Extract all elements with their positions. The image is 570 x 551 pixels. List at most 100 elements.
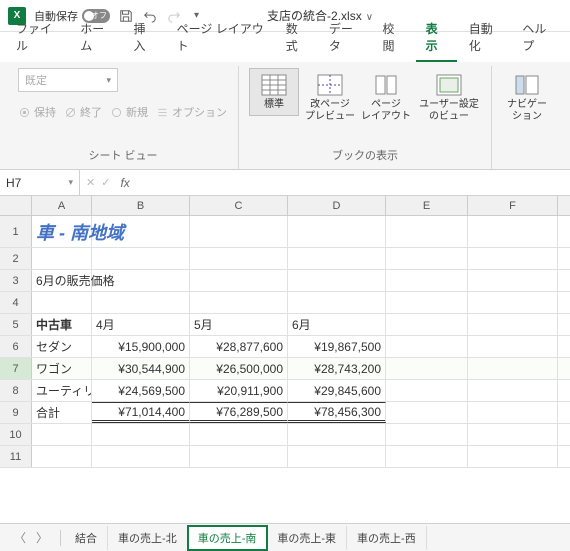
row-header[interactable]: 3	[0, 270, 32, 291]
cell[interactable]	[190, 446, 288, 467]
cell[interactable]	[468, 270, 558, 291]
cell-a7[interactable]: ワゴン	[32, 358, 92, 379]
cell[interactable]	[92, 446, 190, 467]
toggle-switch-icon[interactable]: オフ	[82, 9, 110, 23]
normal-view-button[interactable]: 標準	[249, 68, 299, 116]
cell[interactable]	[190, 216, 288, 247]
sheetview-dropdown[interactable]: 既定 ▾	[18, 68, 118, 92]
cell[interactable]	[468, 314, 558, 335]
cell-c9[interactable]: ¥76,289,500	[190, 402, 288, 423]
cell-d9[interactable]: ¥78,456,300	[288, 402, 386, 423]
col-header-a[interactable]: A	[32, 196, 92, 215]
cell[interactable]	[32, 446, 92, 467]
cell[interactable]	[190, 292, 288, 313]
cell-c8[interactable]: ¥20,911,900	[190, 380, 288, 401]
cell-a8[interactable]: ユーティリ	[32, 380, 92, 401]
col-header-d[interactable]: D	[288, 196, 386, 215]
page-layout-button[interactable]: ページ レイアウト	[361, 68, 411, 128]
cell[interactable]	[468, 402, 558, 423]
cell-a6[interactable]: セダン	[32, 336, 92, 357]
spreadsheet-grid[interactable]: A B C D E F 1 車 - 南地域 2 3 6月の販売価格 4 5	[0, 196, 570, 468]
cell-c7[interactable]: ¥26,500,000	[190, 358, 288, 379]
sheet-tab-east[interactable]: 車の売上-東	[267, 526, 347, 550]
cell[interactable]	[468, 336, 558, 357]
cell[interactable]	[386, 424, 468, 445]
row-header[interactable]: 10	[0, 424, 32, 445]
row-header[interactable]: 7	[0, 358, 32, 379]
cell[interactable]	[468, 424, 558, 445]
col-header-f[interactable]: F	[468, 196, 558, 215]
cell-d5[interactable]: 6月	[288, 314, 386, 335]
cell-a3[interactable]: 6月の販売価格	[32, 270, 92, 291]
cell[interactable]	[92, 216, 190, 247]
name-box[interactable]: H7 ▾	[0, 170, 80, 195]
cell[interactable]	[190, 270, 288, 291]
cell-b6[interactable]: ¥15,900,000	[92, 336, 190, 357]
row-header[interactable]: 5	[0, 314, 32, 335]
cell[interactable]	[386, 380, 468, 401]
cell[interactable]	[288, 270, 386, 291]
cell[interactable]	[468, 216, 558, 247]
row-header[interactable]: 6	[0, 336, 32, 357]
cell[interactable]	[92, 270, 190, 291]
row-header[interactable]: 2	[0, 248, 32, 269]
navigation-button[interactable]: ナビゲー ション	[502, 68, 552, 128]
tab-automate[interactable]: 自動化	[459, 14, 511, 62]
cell[interactable]	[386, 446, 468, 467]
sheet-tab-north[interactable]: 車の売上-北	[108, 526, 188, 550]
tab-file[interactable]: ファイル	[6, 14, 68, 62]
cell[interactable]	[32, 424, 92, 445]
cell-b9[interactable]: ¥71,014,400	[92, 402, 190, 423]
cell[interactable]	[92, 424, 190, 445]
cell[interactable]	[92, 292, 190, 313]
cell[interactable]	[386, 402, 468, 423]
custom-views-button[interactable]: ユーザー設定 のビュー	[417, 68, 481, 128]
select-all-corner[interactable]	[0, 196, 32, 215]
cell-a9[interactable]: 合計	[32, 402, 92, 423]
cell[interactable]	[468, 446, 558, 467]
tab-insert[interactable]: 挿入	[124, 14, 165, 62]
cell[interactable]	[386, 292, 468, 313]
cell[interactable]	[92, 248, 190, 269]
cell[interactable]	[468, 380, 558, 401]
cell-d8[interactable]: ¥29,845,600	[288, 380, 386, 401]
sheet-nav-prev-icon[interactable]: 〈	[14, 529, 26, 546]
tab-data[interactable]: データ	[319, 14, 371, 62]
tab-review[interactable]: 校閲	[373, 14, 414, 62]
cell[interactable]	[190, 248, 288, 269]
cell-a5[interactable]: 中古車	[32, 314, 92, 335]
row-header[interactable]: 8	[0, 380, 32, 401]
cell[interactable]	[288, 248, 386, 269]
cell-b8[interactable]: ¥24,569,500	[92, 380, 190, 401]
cell[interactable]	[32, 248, 92, 269]
cell[interactable]	[468, 358, 558, 379]
cell[interactable]	[386, 336, 468, 357]
cell[interactable]	[468, 248, 558, 269]
cell[interactable]	[288, 424, 386, 445]
tab-view[interactable]: 表示	[416, 14, 457, 62]
cell[interactable]	[288, 292, 386, 313]
col-header-e[interactable]: E	[386, 196, 468, 215]
cell[interactable]	[468, 292, 558, 313]
cell-b7[interactable]: ¥30,544,900	[92, 358, 190, 379]
cell-d7[interactable]: ¥28,743,200	[288, 358, 386, 379]
tab-formulas[interactable]: 数式	[276, 14, 317, 62]
cell-c6[interactable]: ¥28,877,600	[190, 336, 288, 357]
row-header[interactable]: 9	[0, 402, 32, 423]
cell[interactable]	[386, 248, 468, 269]
sheet-tab-south[interactable]: 車の売上-南	[188, 526, 268, 550]
tab-help[interactable]: ヘルプ	[512, 14, 564, 62]
cell[interactable]	[386, 216, 468, 247]
cell-b5[interactable]: 4月	[92, 314, 190, 335]
sheet-tab-merge[interactable]: 結合	[65, 526, 108, 550]
cell[interactable]	[190, 424, 288, 445]
sheet-tab-west[interactable]: 車の売上-西	[347, 526, 427, 550]
cell-d6[interactable]: ¥19,867,500	[288, 336, 386, 357]
cell[interactable]	[32, 292, 92, 313]
cell[interactable]	[386, 270, 468, 291]
formula-input[interactable]	[134, 170, 570, 195]
col-header-c[interactable]: C	[190, 196, 288, 215]
chevron-down-icon[interactable]: ▾	[68, 177, 73, 188]
cell[interactable]	[386, 358, 468, 379]
cell-a1[interactable]: 車 - 南地域	[32, 216, 92, 247]
